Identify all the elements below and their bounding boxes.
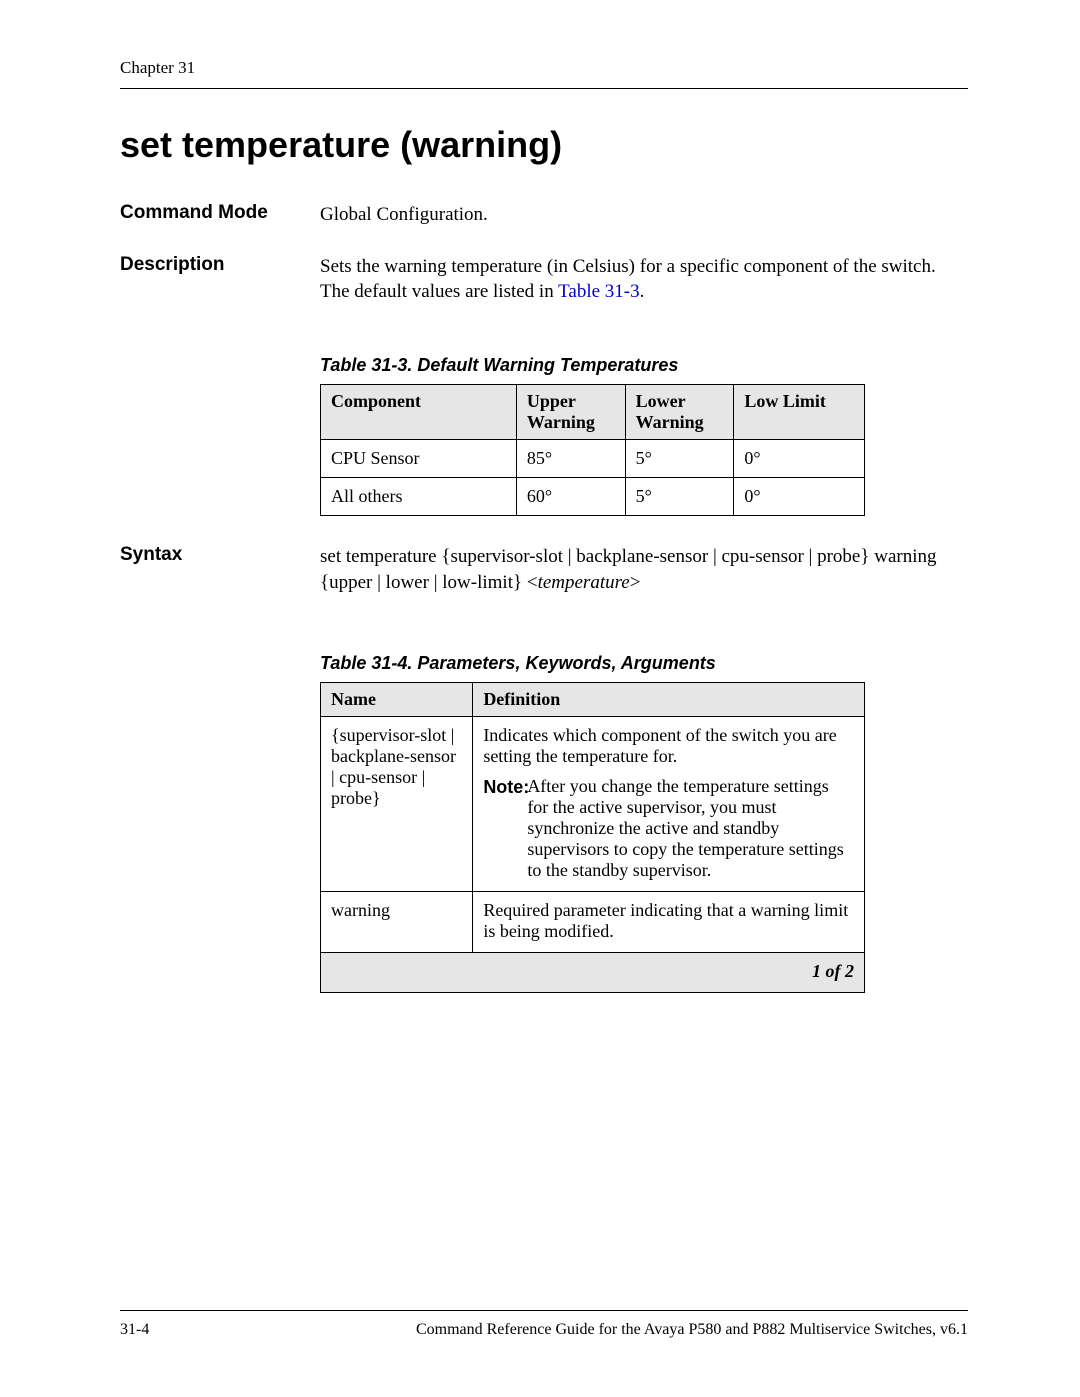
table-31-4-caption: Table 31-4. Parameters, Keywords, Argume… [320,653,968,674]
th-definition: Definition [473,683,865,717]
th-name: Name [321,683,473,717]
cell: 5° [625,477,734,515]
label-syntax: Syntax [120,544,320,595]
value-syntax: set temperature {supervisor-slot | backp… [320,544,968,595]
cell: 5° [625,439,734,477]
note-body: After you change the temperature setting… [527,776,854,881]
syntax-text-end: > [630,572,641,593]
table-row: All others 60° 5° 0° [321,477,865,515]
field-description: Description Sets the warning temperature… [120,254,968,305]
th-low-limit: Low Limit [734,384,865,439]
cell: 60° [516,477,625,515]
cell: 0° [734,439,865,477]
table-pager-row: 1 of 2 [321,953,865,993]
field-command-mode: Command Mode Global Configuration. [120,202,968,228]
cell-definition: Required parameter indicating that a war… [473,892,865,953]
top-rule [120,88,968,89]
table-31-4-block: Table 31-4. Parameters, Keywords, Argume… [320,653,968,993]
table-31-3: Component Upper Warning Lower Warning Lo… [320,384,865,516]
cell: 85° [516,439,625,477]
table-row: {supervisor-slot | backplane-sensor | cp… [321,717,865,892]
footer-page-number: 31-4 [120,1321,149,1339]
link-table-31-3[interactable]: Table 31-3 [558,281,640,302]
table-31-3-header-row: Component Upper Warning Lower Warning Lo… [321,384,865,439]
th-upper-warning: Upper Warning [516,384,625,439]
table-31-3-block: Table 31-3. Default Warning Temperatures… [320,355,968,516]
label-description: Description [120,254,320,305]
cell: All others [321,477,517,515]
value-command-mode: Global Configuration. [320,202,968,228]
th-lower-warning: Lower Warning [625,384,734,439]
syntax-arg: temperature [538,572,630,593]
footer-line: 31-4 Command Reference Guide for the Ava… [120,1321,968,1339]
page-footer: 31-4 Command Reference Guide for the Ava… [120,1310,968,1339]
page: Chapter 31 set temperature (warning) Com… [0,0,1080,1397]
cell: CPU Sensor [321,439,517,477]
field-syntax: Syntax set temperature {supervisor-slot … [120,544,968,595]
table-31-4: Name Definition {supervisor-slot | backp… [320,682,865,993]
note-block: Note: After you change the temperature s… [483,777,854,881]
table-31-4-header-row: Name Definition [321,683,865,717]
table-31-3-caption: Table 31-3. Default Warning Temperatures [320,355,968,376]
cell-name: warning [321,892,473,953]
cell-name: {supervisor-slot | backplane-sensor | cp… [321,717,473,892]
th-component: Component [321,384,517,439]
description-text-after: . [640,281,645,302]
cell: 0° [734,477,865,515]
table-row: warning Required parameter indicating th… [321,892,865,953]
note-label: Note: [483,777,529,797]
cell-definition: Indicates which component of the switch … [473,717,865,892]
table-pager: 1 of 2 [321,953,865,993]
definition-top: Indicates which component of the switch … [483,725,854,767]
value-description: Sets the warning temperature (in Celsius… [320,254,968,305]
footer-rule [120,1310,968,1311]
table-row: CPU Sensor 85° 5° 0° [321,439,865,477]
label-command-mode: Command Mode [120,202,320,228]
command-title: set temperature (warning) [120,124,968,166]
chapter-label: Chapter 31 [120,58,968,78]
footer-doc-title: Command Reference Guide for the Avaya P5… [416,1321,968,1339]
